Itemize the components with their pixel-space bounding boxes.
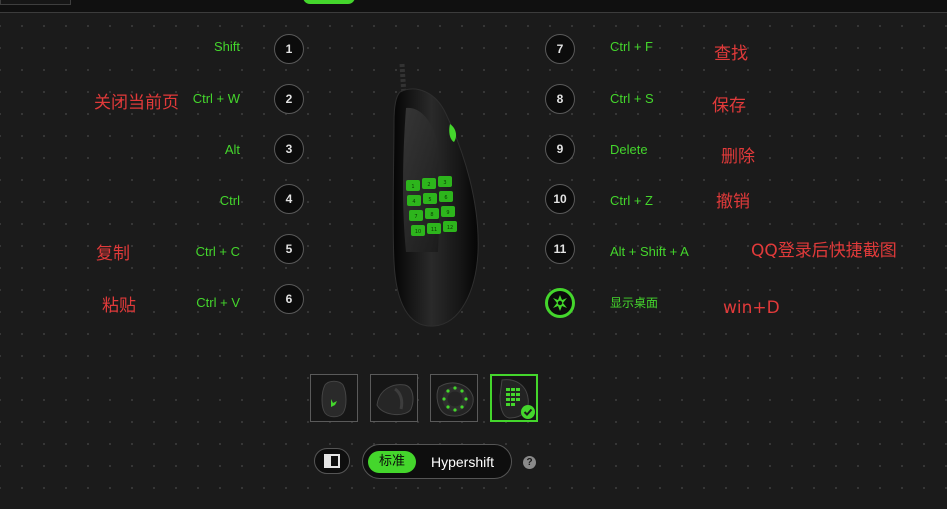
note-button-10: 撤销 xyxy=(716,192,750,212)
keypad-label: 8 xyxy=(430,212,433,218)
view-thumb-side[interactable] xyxy=(370,374,418,422)
button-8-circle[interactable]: 8 xyxy=(545,84,575,114)
keypad-label: 4 xyxy=(412,199,415,205)
button-8-action[interactable]: Ctrl + S xyxy=(610,91,654,107)
note-button-7: 查找 xyxy=(714,44,748,64)
button-9-circle[interactable]: 9 xyxy=(545,134,575,164)
button-3-action[interactable]: Alt xyxy=(225,142,240,158)
button-1-circle[interactable]: 1 xyxy=(274,34,304,64)
keypad-label: 5 xyxy=(428,197,431,203)
note-button-11: QQ登录后快捷截图 xyxy=(751,241,897,261)
keypad-label: 6 xyxy=(444,195,447,201)
keypad-label: 1 xyxy=(411,184,414,190)
button-11-action[interactable]: Alt + Shift + A xyxy=(610,244,689,260)
help-icon[interactable]: ? xyxy=(523,456,536,469)
keypad-label: 3 xyxy=(443,180,446,186)
note-button-2: 关闭当前页 xyxy=(94,93,179,113)
keypad-label: 2 xyxy=(427,182,430,188)
mouse-keypad-grid-view-icon xyxy=(499,379,535,419)
button-12-action[interactable]: 显示桌面 xyxy=(610,295,658,311)
note-button-8: 保存 xyxy=(712,96,746,116)
button-5-action[interactable]: Ctrl + C xyxy=(196,244,240,260)
mouse-top-view-icon xyxy=(321,380,347,418)
button-7-circle[interactable]: 7 xyxy=(545,34,575,64)
mouse-illustration: 1 2 3 4 5 6 7 8 9 10 11 12 xyxy=(392,63,479,327)
button-4-action[interactable]: Ctrl xyxy=(220,193,240,209)
button-1-action[interactable]: Shift xyxy=(214,39,240,55)
note-button-6: 粘贴 xyxy=(102,296,136,316)
button-5-circle[interactable]: 5 xyxy=(274,234,304,264)
button-4-circle[interactable]: 4 xyxy=(274,184,304,214)
panel-layout-icon xyxy=(324,454,340,468)
view-thumb-grid-keypad[interactable] xyxy=(490,374,538,422)
mode-hypershift-option[interactable]: Hypershift xyxy=(431,454,494,471)
button-3-circle[interactable]: 3 xyxy=(274,134,304,164)
button-12-circle[interactable] xyxy=(545,288,575,318)
view-thumb-top[interactable] xyxy=(310,374,358,422)
button-9-action[interactable]: Delete xyxy=(610,142,648,158)
view-thumb-ring-keypad[interactable] xyxy=(430,374,478,422)
keypad-label: 11 xyxy=(431,227,437,233)
note-button-5: 复制 xyxy=(96,244,130,264)
panel-layout-button[interactable] xyxy=(314,448,350,474)
button-2-action[interactable]: Ctrl + W xyxy=(193,91,240,107)
mouse-keypad-ring-view-icon xyxy=(436,382,474,417)
razer-logo-icon xyxy=(553,295,567,311)
note-button-9: 删除 xyxy=(721,147,755,167)
mode-standard-option[interactable]: 标准 xyxy=(368,451,416,473)
top-bar xyxy=(0,0,947,13)
mode-toggle[interactable]: 标准 Hypershift xyxy=(362,444,512,479)
keypad-label: 7 xyxy=(414,214,417,220)
top-left-field[interactable] xyxy=(0,0,71,5)
button-7-action[interactable]: Ctrl + F xyxy=(610,39,653,55)
note-button-12: win+D xyxy=(723,298,780,318)
button-10-circle[interactable]: 10 xyxy=(545,184,575,214)
keypad-label: 9 xyxy=(446,210,449,216)
keypad-label: 12 xyxy=(447,225,453,231)
keypad-label: 10 xyxy=(415,229,421,235)
top-accent-tab[interactable] xyxy=(303,0,355,4)
mouse-side-view-icon xyxy=(376,384,414,415)
button-11-circle[interactable]: 11 xyxy=(545,234,575,264)
button-2-circle[interactable]: 2 xyxy=(274,84,304,114)
button-6-circle[interactable]: 6 xyxy=(274,284,304,314)
button-6-action[interactable]: Ctrl + V xyxy=(196,295,240,311)
button-10-action[interactable]: Ctrl + Z xyxy=(610,193,653,209)
